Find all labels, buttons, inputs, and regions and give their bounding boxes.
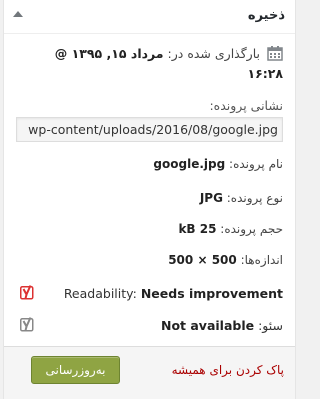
major-publishing-actions: پاک کردن برای همیشه به‌روزرسانی bbox=[4, 346, 295, 399]
update-button[interactable]: به‌روزرسانی bbox=[31, 356, 120, 384]
file-type-row: نوع پرونده: JPG bbox=[16, 191, 283, 205]
seo-label: سئو: bbox=[258, 318, 283, 333]
file-name-value: google.jpg bbox=[153, 157, 226, 171]
file-size-value: 25 kB bbox=[178, 222, 217, 236]
panel-title: ذخیره bbox=[247, 8, 285, 23]
file-size-row: حجم پرونده: 25 kB bbox=[16, 222, 283, 236]
file-type-value: JPG bbox=[199, 191, 223, 205]
file-type-label: نوع پرونده: bbox=[226, 191, 283, 205]
file-name-row: نام پرونده: google.jpg bbox=[16, 157, 283, 171]
calendar-icon bbox=[267, 46, 283, 61]
yoast-readability-icon bbox=[20, 284, 34, 301]
collapse-arrow-icon[interactable] bbox=[13, 11, 23, 17]
save-panel: ذخیره بارگذاری شده در: مرداد ۱۵, ۱۳۹۵ @ … bbox=[3, 0, 296, 399]
upload-date-label: بارگذاری شده در: bbox=[167, 46, 261, 61]
readability-label: Readability: bbox=[63, 286, 137, 301]
seo-value: Not available bbox=[160, 318, 255, 333]
dimensions-label: اندازه‌ها: bbox=[240, 253, 283, 267]
file-url-label: نشانی پرونده: bbox=[209, 98, 283, 113]
panel-header[interactable]: ذخیره bbox=[4, 0, 295, 34]
readability-row: Readability: Needs improvement bbox=[16, 284, 283, 304]
upload-date-row: بارگذاری شده در: مرداد ۱۵, ۱۳۹۵ @ ۱۶:۲۸ bbox=[16, 44, 283, 84]
seo-row: سئو: Not available bbox=[16, 316, 283, 336]
delete-permanently-link[interactable]: پاک کردن برای همیشه bbox=[172, 363, 284, 377]
dimensions-row: اندازه‌ها: 500 × 500 bbox=[16, 253, 283, 267]
file-url-value: wp-content/uploads/2016/08/google.jpg bbox=[28, 122, 278, 137]
readability-text: Readability: Needs improvement bbox=[64, 286, 283, 301]
readability-value: Needs improvement bbox=[140, 286, 283, 301]
file-url-field[interactable]: wp-content/uploads/2016/08/google.jpg bbox=[16, 117, 283, 142]
dimensions-value: 500 × 500 bbox=[168, 253, 237, 267]
file-size-label: حجم پرونده: bbox=[220, 222, 283, 236]
seo-text: سئو: Not available bbox=[161, 318, 283, 333]
yoast-seo-icon bbox=[20, 316, 34, 333]
file-name-label: نام پرونده: bbox=[229, 157, 283, 171]
